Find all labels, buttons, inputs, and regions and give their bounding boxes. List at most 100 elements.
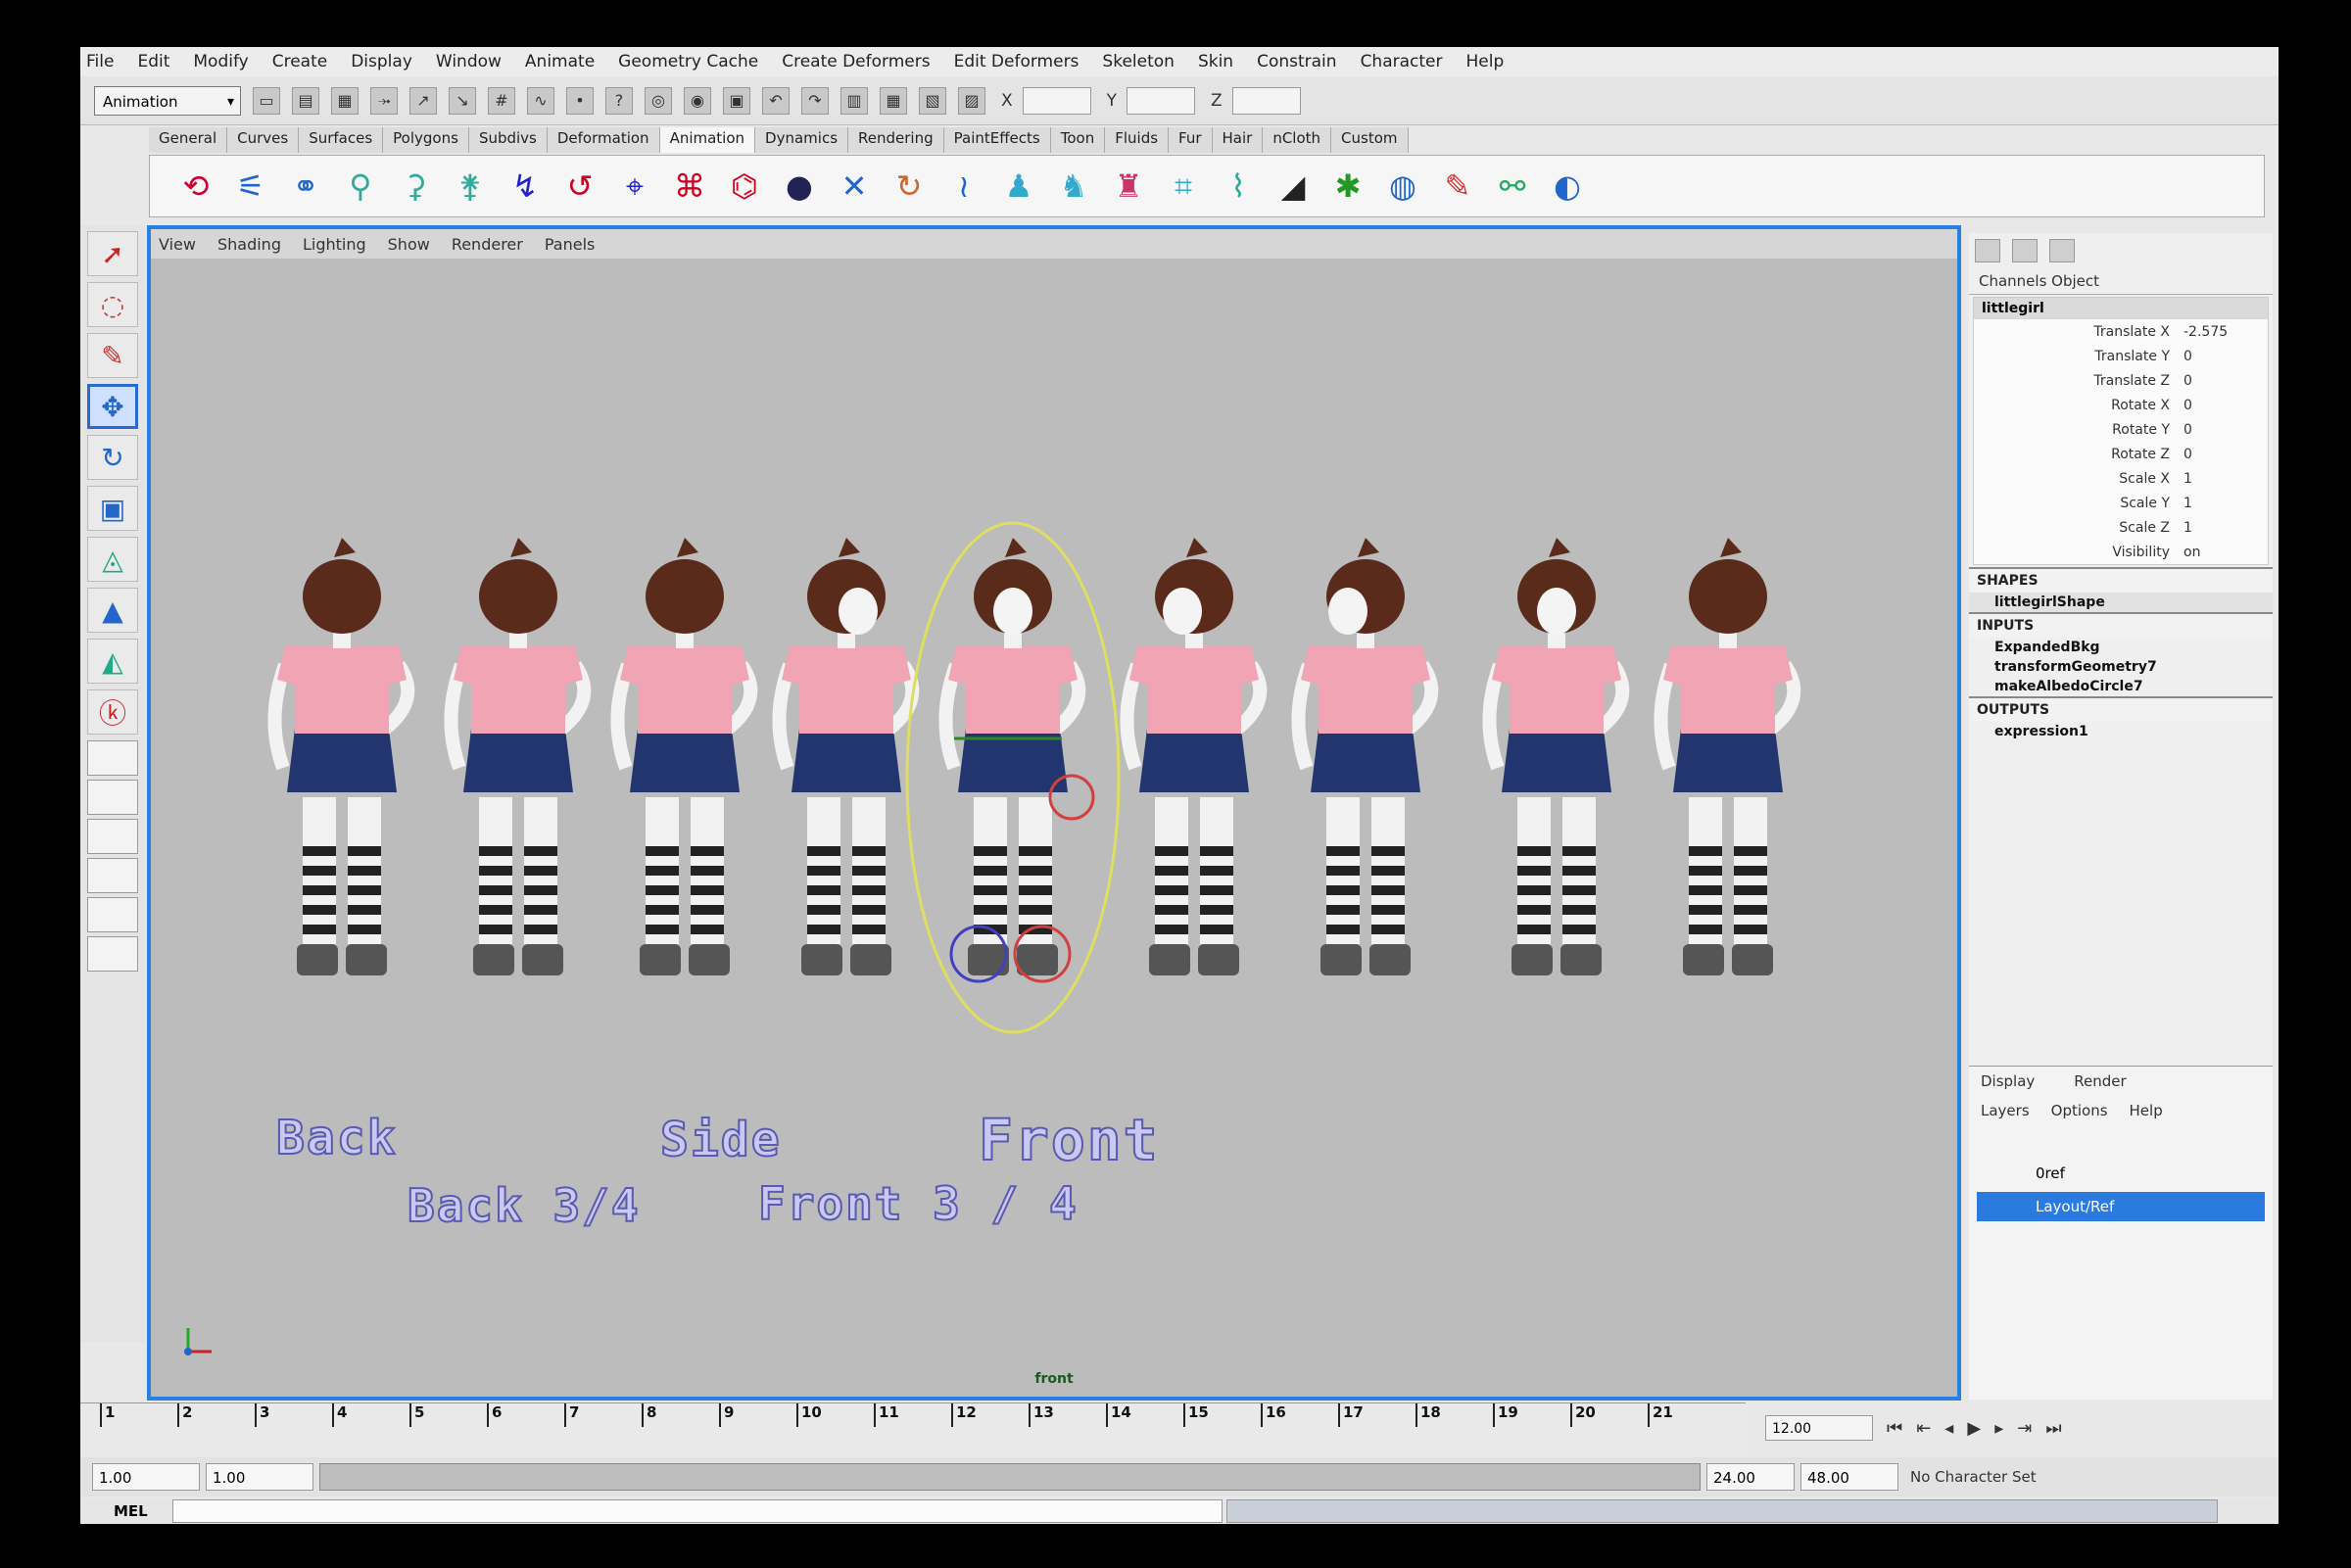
- range-slider[interactable]: [319, 1463, 1701, 1491]
- viewport-panel[interactable]: View Shading Lighting Show Renderer Panels Ba…: [147, 225, 1961, 1401]
- attribute-toggle-icon[interactable]: [2012, 239, 2038, 262]
- shelf-tab-fur[interactable]: Fur: [1169, 127, 1213, 153]
- undo-icon[interactable]: ↶: [762, 86, 790, 115]
- paint-select-icon[interactable]: ✎: [87, 333, 138, 378]
- input-node[interactable]: ExpandedBkg: [1969, 638, 2273, 657]
- shelf-tab-general[interactable]: General: [149, 127, 228, 153]
- object-name[interactable]: littlegirl: [1974, 298, 2268, 319]
- cross-icon[interactable]: ✕: [830, 162, 879, 211]
- menu-create[interactable]: Create: [272, 52, 328, 71]
- snap-grid-icon[interactable]: #: [488, 86, 515, 115]
- show-manip-icon[interactable]: ◭: [87, 639, 138, 684]
- playback-end-field[interactable]: 24.00: [1706, 1463, 1795, 1491]
- wire-icon[interactable]: ⌇: [1214, 162, 1263, 211]
- menu-constrain[interactable]: Constrain: [1257, 52, 1336, 71]
- ik-handle-icon[interactable]: ⟲: [171, 162, 220, 211]
- layout-single-icon[interactable]: [87, 740, 138, 776]
- viewport-menu-renderer[interactable]: Renderer: [452, 235, 523, 254]
- character-figure[interactable]: [772, 538, 920, 975]
- channel-value[interactable]: 0: [2183, 349, 2192, 364]
- viewport-menu-lighting[interactable]: Lighting: [303, 235, 366, 254]
- start-time-field[interactable]: 1.00: [92, 1463, 200, 1491]
- shelf-tab-animation[interactable]: Animation: [659, 127, 756, 153]
- tool-toggle-icon[interactable]: [2049, 239, 2075, 262]
- save-scene-icon[interactable]: ▦: [331, 86, 359, 115]
- input-node[interactable]: makeAlbedoCircle7: [1969, 677, 2273, 696]
- shelf-tab-subdivs[interactable]: Subdivs: [468, 127, 548, 153]
- menu-skin[interactable]: Skin: [1198, 52, 1233, 71]
- shelf-tab-curves[interactable]: Curves: [227, 127, 300, 153]
- move-tool-icon[interactable]: ✥: [87, 384, 138, 429]
- snap-curve-icon[interactable]: ∿: [527, 86, 554, 115]
- channel-row[interactable]: Rotate Z 0: [1974, 442, 2268, 466]
- command-input[interactable]: [172, 1499, 1223, 1523]
- step-back-key-icon[interactable]: ⇤: [1916, 1418, 1931, 1439]
- select-object-icon[interactable]: ↗: [409, 86, 437, 115]
- channel-toggle-icon[interactable]: [1975, 239, 2000, 262]
- menu-skeleton[interactable]: Skeleton: [1102, 52, 1175, 71]
- snap-point-icon[interactable]: •: [566, 86, 594, 115]
- menu-display[interactable]: Display: [351, 52, 412, 71]
- character-figure[interactable]: [444, 538, 592, 975]
- character-figure[interactable]: [610, 538, 758, 975]
- menu-help[interactable]: Help: [1466, 52, 1505, 71]
- layout-graph-icon[interactable]: [87, 897, 138, 932]
- pose-icon[interactable]: ⚳: [391, 162, 440, 211]
- character-figure[interactable]: [938, 538, 1086, 975]
- scale-tool-icon[interactable]: ▣: [87, 486, 138, 531]
- channel-value[interactable]: 0: [2183, 447, 2192, 462]
- channel-row[interactable]: Rotate Y 0: [1974, 417, 2268, 442]
- select-tool-icon[interactable]: ➚: [87, 231, 138, 276]
- bind-icon[interactable]: ⚭: [281, 162, 330, 211]
- viewport-menu-show[interactable]: Show: [388, 235, 430, 254]
- step-forward-icon[interactable]: ▸: [1994, 1418, 2003, 1439]
- channel-box-icon[interactable]: ▨: [958, 86, 985, 115]
- command-language-label[interactable]: MEL: [80, 1502, 172, 1520]
- z-field[interactable]: [1231, 86, 1301, 115]
- paint-icon[interactable]: ✎: [1433, 162, 1482, 211]
- constraint-icon[interactable]: ⌘: [665, 162, 714, 211]
- channel-row[interactable]: Translate Y 0: [1974, 344, 2268, 368]
- step-back-icon[interactable]: ◂: [1944, 1418, 1953, 1439]
- menu-animate[interactable]: Animate: [525, 52, 595, 71]
- world-icon[interactable]: ◐: [1543, 162, 1592, 211]
- menu-geometry-cache[interactable]: Geometry Cache: [618, 52, 758, 71]
- humanik-icon[interactable]: ⚵: [446, 162, 495, 211]
- x-field[interactable]: [1022, 86, 1091, 115]
- aim-icon[interactable]: ⌬: [720, 162, 769, 211]
- character-figure[interactable]: [1482, 538, 1630, 975]
- go-to-start-icon[interactable]: ⏮: [1887, 1418, 1902, 1439]
- select-component-icon[interactable]: ↘: [449, 86, 476, 115]
- layer-menu-help[interactable]: Help: [2130, 1102, 2163, 1119]
- play-icon[interactable]: ▶: [1967, 1418, 1981, 1439]
- menu-modify[interactable]: Modify: [193, 52, 248, 71]
- bend-icon[interactable]: ↯: [501, 162, 550, 211]
- channel-value[interactable]: 1: [2183, 496, 2192, 511]
- viewport-menu-view[interactable]: View: [159, 235, 196, 254]
- lasso-tool-icon[interactable]: ◌: [87, 282, 138, 327]
- universal-manip-icon[interactable]: ◬: [87, 537, 138, 582]
- muscle-icon[interactable]: ⚯: [1488, 162, 1537, 211]
- new-scene-icon[interactable]: ▭: [253, 86, 280, 115]
- wave-icon[interactable]: ≀: [939, 162, 988, 211]
- layout-two-icon[interactable]: [87, 819, 138, 854]
- channel-box-tabs[interactable]: Channels Object: [1969, 268, 2273, 295]
- shelf-tab-surfaces[interactable]: Surfaces: [299, 127, 384, 153]
- channel-row[interactable]: Scale Z 1: [1974, 515, 2268, 540]
- shelf-tab-deformation[interactable]: Deformation: [547, 127, 660, 153]
- rotate-tool-icon[interactable]: ↻: [87, 435, 138, 480]
- shelf-tab-custom[interactable]: Custom: [1331, 127, 1409, 153]
- lattice-icon[interactable]: ⌗: [1159, 162, 1208, 211]
- shelf-tab-fluids[interactable]: Fluids: [1105, 127, 1170, 153]
- channel-row[interactable]: Scale X 1: [1974, 466, 2268, 491]
- character-figure[interactable]: [1120, 538, 1268, 975]
- input-node[interactable]: transformGeometry7: [1969, 657, 2273, 677]
- channel-value[interactable]: 1: [2183, 520, 2192, 536]
- last-tool-icon[interactable]: ⓚ: [87, 689, 138, 735]
- character-set-menu[interactable]: No Character Set: [1910, 1468, 2037, 1486]
- shelf-tab-ncloth[interactable]: nCloth: [1263, 127, 1332, 153]
- figure-icon[interactable]: ♟: [994, 162, 1043, 211]
- channel-value[interactable]: on: [2183, 545, 2200, 560]
- channel-row[interactable]: Visibility on: [1974, 540, 2268, 564]
- channel-row[interactable]: Translate X -2.575: [1974, 319, 2268, 344]
